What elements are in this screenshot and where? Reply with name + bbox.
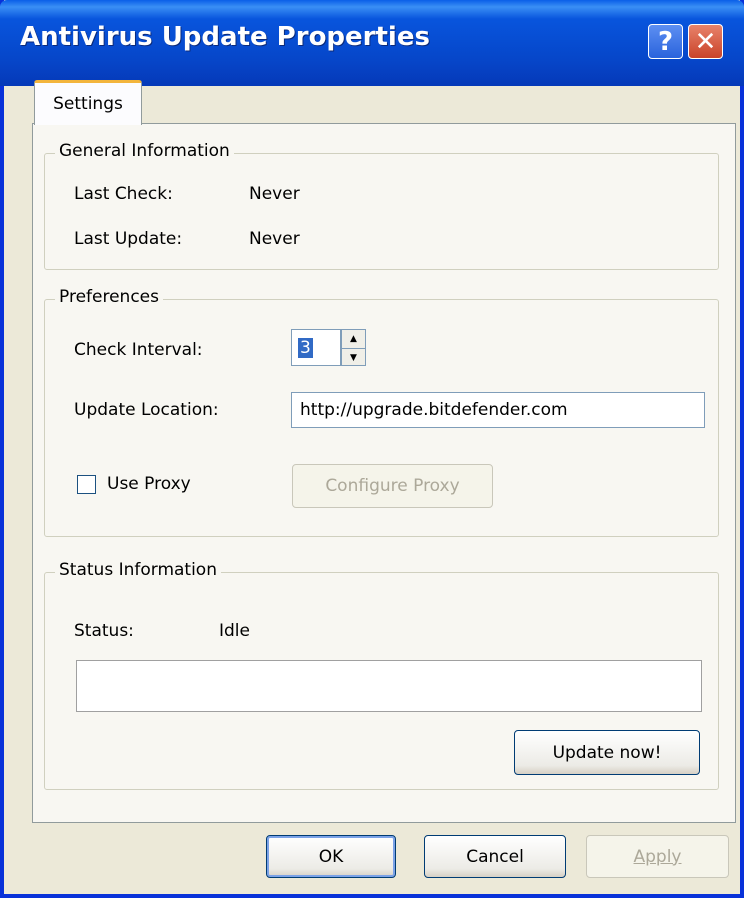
apply-label: Apply [633, 846, 682, 867]
ok-label: OK [318, 846, 344, 867]
update-location-value: http://upgrade.bitdefender.com [300, 400, 568, 420]
status-label: Status: [74, 621, 134, 641]
dialog-window: Antivirus Update Properties ? ✕ Settings… [0, 0, 744, 898]
last-update-label: Last Update: [74, 229, 183, 249]
window-title: Antivirus Update Properties [20, 22, 430, 52]
apply-button[interactable]: Apply [586, 835, 729, 878]
use-proxy-label[interactable]: Use Proxy [107, 474, 191, 494]
update-location-input[interactable]: http://upgrade.bitdefender.com [291, 392, 705, 428]
configure-proxy-button[interactable]: Configure Proxy [292, 464, 493, 508]
title-bar[interactable]: Antivirus Update Properties ? ✕ [0, 0, 744, 86]
check-interval-value: 3 [298, 337, 313, 358]
use-proxy-checkbox[interactable] [77, 475, 96, 494]
status-value: Idle [219, 621, 250, 641]
last-check-value: Never [249, 184, 300, 204]
update-progress-bar [76, 660, 702, 712]
status-info-legend: Status Information [55, 560, 221, 580]
close-icon: ✕ [694, 26, 717, 57]
cancel-button[interactable]: Cancel [424, 835, 566, 878]
update-location-label: Update Location: [74, 400, 219, 420]
cancel-label: Cancel [466, 846, 524, 867]
preferences-legend: Preferences [55, 287, 163, 307]
last-check-label: Last Check: [74, 184, 173, 204]
help-button[interactable]: ? [648, 24, 683, 59]
check-interval-spinner[interactable]: ▲ ▼ [341, 329, 366, 366]
general-info-group: General Information [44, 141, 719, 270]
check-interval-input[interactable]: 3 [291, 329, 341, 366]
last-update-value: Never [249, 229, 300, 249]
spin-up-icon[interactable]: ▲ [342, 330, 365, 347]
spin-down-icon[interactable]: ▼ [342, 348, 365, 366]
tab-settings[interactable]: Settings [34, 80, 142, 125]
close-button[interactable]: ✕ [688, 24, 723, 59]
tab-settings-label: Settings [53, 94, 123, 114]
configure-proxy-label: Configure Proxy [325, 476, 460, 496]
update-now-label: Update now! [552, 742, 662, 763]
general-info-legend: General Information [55, 141, 234, 161]
update-now-button[interactable]: Update now! [514, 730, 700, 775]
check-interval-label: Check Interval: [74, 340, 203, 360]
help-icon: ? [657, 26, 674, 57]
ok-button[interactable]: OK [266, 835, 396, 878]
